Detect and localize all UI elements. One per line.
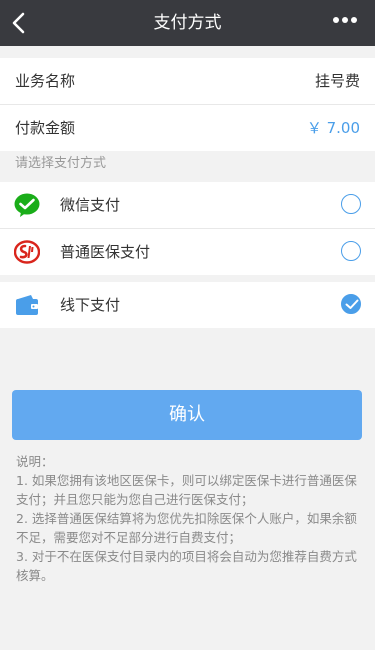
order-info-group: 业务名称 挂号费 付款金额 ￥ 7.00 — [0, 58, 375, 151]
payment-option-label: 微信支付 — [60, 196, 121, 214]
service-name-row: 业务名称 挂号费 — [0, 58, 375, 105]
service-name-value: 挂号费 — [314, 72, 360, 90]
payment-option-offline[interactable]: 线下支付 — [0, 282, 375, 328]
radio-offline-checked[interactable] — [341, 294, 361, 314]
amount-value: ￥ 7.00 — [306, 119, 360, 137]
notes-item: 1. 如果您拥有该地区医保卡，则可以绑定医保卡进行普通医保支付；并且您只能为您自… — [16, 473, 357, 507]
payment-option-wechat[interactable]: 微信支付 — [0, 182, 375, 229]
notes-heading: 说明： — [16, 454, 54, 469]
notes-item: 2. 选择普通医保结算将为您优先扣除医保个人账户，如果余额不足，需要您对不足部分… — [16, 511, 357, 545]
amount-row: 付款金额 ￥ 7.00 — [0, 105, 375, 151]
offline-payment-group: 线下支付 — [0, 282, 375, 328]
wallet-icon — [16, 295, 38, 315]
top-nav-bar: 支付方式 — [0, 0, 375, 46]
payment-section-title: 请选择支付方式 — [15, 156, 107, 171]
radio-wechat[interactable] — [341, 194, 361, 214]
medical-insurance-icon — [14, 240, 40, 264]
payment-notes: 说明： 1. 如果您拥有该地区医保卡，则可以绑定医保卡进行普通医保支付；并且您只… — [16, 452, 358, 585]
payment-option-insurance[interactable]: 普通医保支付 — [0, 229, 375, 275]
service-name-label: 业务名称 — [15, 72, 76, 90]
payment-option-label: 线下支付 — [60, 296, 121, 314]
checkmark-icon — [345, 299, 359, 309]
payment-option-label: 普通医保支付 — [60, 243, 151, 261]
wechat-pay-icon — [14, 193, 40, 217]
radio-insurance[interactable] — [341, 241, 361, 261]
confirm-button[interactable]: 确认 — [12, 390, 362, 440]
notes-item: 3. 对于不在医保支付目录内的项目将会自动为您推荐自费方式核算。 — [16, 549, 357, 583]
page-title: 支付方式 — [153, 13, 222, 33]
online-payment-group: 微信支付 普通医保支付 — [0, 182, 375, 275]
more-options-icon[interactable] — [333, 17, 363, 29]
amount-label: 付款金额 — [15, 119, 76, 137]
